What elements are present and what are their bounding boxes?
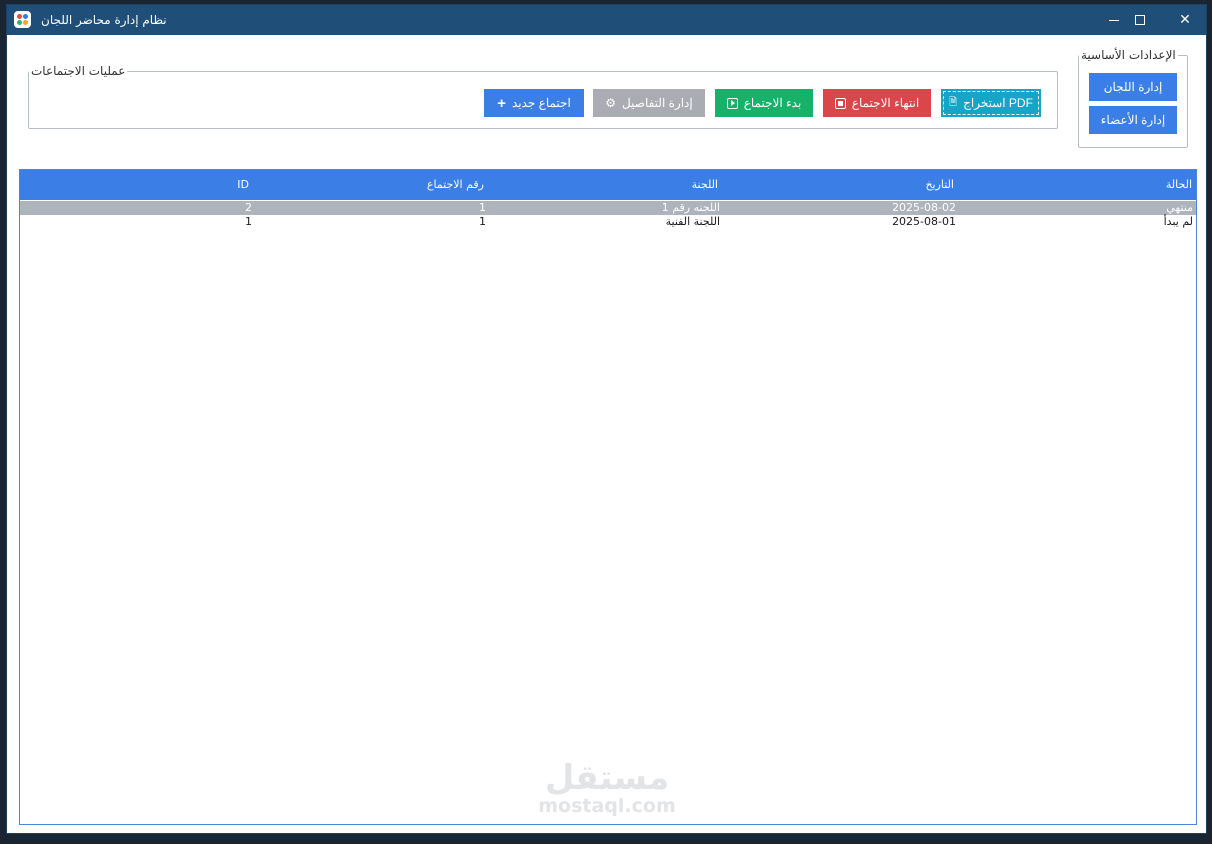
new-meeting-button[interactable]: اجتماع جديد + [484, 89, 584, 117]
row-meeting-number: 1 [479, 215, 486, 228]
table-row[interactable]: لم يبدأ 2025-08-01 اللجنة الفنية 1 1 [20, 215, 1196, 229]
end-meeting-label: انتهاء الاجتماع [851, 96, 920, 110]
app-logo-icon [14, 11, 31, 28]
maximize-button[interactable] [1117, 5, 1163, 35]
manage-members-label: إدارة الأعضاء [1100, 113, 1166, 127]
table-header: الحالة التاريخ اللجنة رقم الاجتماع ID [20, 170, 1196, 200]
settings-group-legend: الإعدادات الأساسية [1081, 48, 1176, 62]
column-header-date[interactable]: التاريخ [925, 170, 954, 200]
stop-icon [834, 97, 846, 109]
watermark-latin: mostaql.com [538, 795, 676, 817]
watermark-arabic: مستقل [544, 758, 670, 798]
manage-committees-label: إدارة اللجان [1103, 80, 1163, 94]
row-id: 1 [245, 215, 252, 228]
column-header-id[interactable]: ID [237, 170, 249, 200]
watermark: مستقل mostaql.com [527, 760, 687, 816]
row-status: منتهي [1166, 201, 1193, 214]
pdf-export-button[interactable]: PDF استخراج 🗎 [941, 89, 1041, 117]
column-header-committee[interactable]: اللجنة [692, 170, 718, 200]
window-title: نظام إدارة محاضر اللجان [41, 13, 167, 27]
close-button[interactable]: ✕ [1162, 5, 1208, 35]
play-icon [726, 97, 738, 109]
row-status: لم يبدأ [1163, 215, 1193, 228]
document-icon: 🗎 [949, 97, 958, 108]
app-window: نظام إدارة محاضر اللجان ✕ الإعدادات الأس… [6, 4, 1207, 834]
plus-icon: + [497, 94, 506, 112]
table-row[interactable]: منتهي 2025-08-02 اللجنه رقم 1 1 2 [20, 201, 1196, 215]
meetings-table[interactable]: الحالة التاريخ اللجنة رقم الاجتماع ID من… [19, 169, 1197, 825]
row-committee: اللجنة الفنية [665, 215, 720, 228]
row-committee: اللجنه رقم 1 [661, 201, 720, 214]
close-icon: ✕ [1179, 12, 1191, 28]
operations-group-legend: عمليات الاجتماعات [31, 64, 126, 78]
manage-committees-button[interactable]: إدارة اللجان [1089, 73, 1177, 101]
manage-details-button[interactable]: إدارة التفاصيل ⚙ [593, 89, 705, 117]
maximize-icon [1135, 15, 1145, 25]
title-bar: نظام إدارة محاضر اللجان ✕ [7, 5, 1206, 35]
gear-icon: ⚙ [605, 96, 617, 110]
column-header-status[interactable]: الحالة [1166, 170, 1192, 200]
row-meeting-number: 1 [479, 201, 486, 214]
end-meeting-button[interactable]: انتهاء الاجتماع [823, 89, 931, 117]
column-header-meeting-number[interactable]: رقم الاجتماع [427, 170, 484, 200]
manage-details-label: إدارة التفاصيل [622, 96, 693, 110]
row-date: 2025-08-02 [892, 201, 956, 214]
manage-members-button[interactable]: إدارة الأعضاء [1089, 106, 1177, 134]
start-meeting-label: بدء الاجتماع [743, 96, 802, 110]
row-id: 2 [245, 201, 252, 214]
pdf-export-label: PDF استخراج [963, 96, 1033, 110]
new-meeting-label: اجتماع جديد [511, 96, 571, 110]
start-meeting-button[interactable]: بدء الاجتماع [715, 89, 813, 117]
row-date: 2025-08-01 [892, 215, 956, 228]
